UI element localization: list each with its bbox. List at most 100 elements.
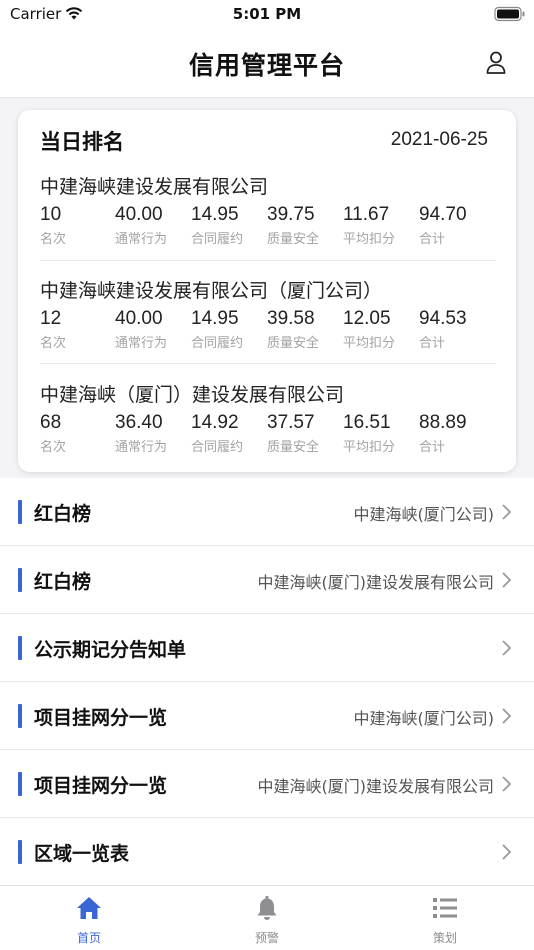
stat-value: 37.57	[267, 412, 315, 433]
menu-item-label: 项目挂网分一览	[34, 707, 168, 729]
stat-value: 11.67	[343, 204, 390, 225]
menu-item-label: 红白榜	[34, 503, 92, 525]
status-time: 5:01 PM	[232, 5, 302, 23]
bell-icon	[257, 895, 277, 920]
stat-label: 平均扣分	[343, 336, 396, 351]
menu-item-value: 中建海峡(厦门)建设发展有限公司	[257, 573, 495, 592]
tab-label: 首页	[76, 931, 101, 945]
ranking-title: 当日排名	[40, 130, 124, 154]
company-name: 中建海峡建设发展有限公司	[40, 176, 269, 198]
stat-label: 通常行为	[115, 440, 168, 455]
divider	[40, 363, 496, 364]
chevron-right-icon	[502, 504, 512, 520]
stat-contract: 14.92 合同履约	[191, 412, 267, 455]
ranking-date: 2021-06-25	[390, 129, 488, 150]
stat-label: 合同履约	[191, 440, 244, 455]
ranking-card: 当日排名 2021-06-25 中建海峡建设发展有限公司 10 名次 40.00 通…	[18, 110, 516, 472]
stat-label: 合计	[419, 440, 446, 455]
stat-value: 39.58	[267, 308, 315, 329]
stat-behavior: 40.00 通常行为	[115, 308, 191, 351]
stat-label: 名次	[40, 336, 67, 351]
stat-rank: 12 名次	[40, 308, 116, 351]
stat-value: 12.05	[343, 308, 391, 329]
ranking-item[interactable]: 中建海峡（厦门）建设发展有限公司 68 名次 36.40 通常行为 14.92 合同履…	[40, 380, 496, 484]
tab-home[interactable]: 首页	[29, 886, 149, 950]
stat-label: 平均扣分	[343, 440, 396, 455]
tab-label: 策划	[432, 931, 457, 945]
stat-rank: 68 名次	[40, 412, 116, 455]
chevron-right-icon	[502, 640, 512, 656]
tab-bar: 首页 预警 策划	[0, 885, 534, 950]
nav-bar: 信用管理平台	[0, 30, 534, 98]
company-name: 中建海峡建设发展有限公司（厦门公司）	[40, 280, 383, 302]
menu-item-red-white-list[interactable]: 红白榜 中建海峡(厦门公司)	[0, 478, 534, 546]
stat-value: 88.89	[419, 412, 467, 433]
page-title: 信用管理平台	[188, 51, 345, 80]
stat-deduction: 16.51 平均扣分	[343, 412, 419, 455]
stat-label: 名次	[40, 232, 67, 247]
divider	[40, 260, 496, 261]
stat-label: 合同履约	[191, 232, 244, 247]
stat-behavior: 40.00 通常行为	[115, 204, 191, 247]
menu-item-label: 公示期记分告知单	[34, 639, 187, 661]
stat-value: 36.40	[115, 412, 163, 433]
status-bar: Carrier 5:01 PM	[0, 0, 534, 30]
accent-bar	[18, 772, 22, 796]
menu-list: 红白榜 中建海峡(厦门公司) 红白榜 中建海峡(厦门)建设发展有限公司 公示期记…	[0, 478, 534, 886]
company-name: 中建海峡（厦门）建设发展有限公司	[40, 384, 345, 406]
menu-item-value: 中建海峡(厦门公司)	[353, 505, 495, 524]
battery-icon	[494, 6, 525, 22]
stat-behavior: 36.40 通常行为	[115, 412, 191, 455]
stat-value: 94.70	[419, 204, 467, 225]
menu-item-label: 项目挂网分一览	[34, 775, 168, 797]
accent-bar	[18, 636, 22, 660]
tab-alerts[interactable]: 预警	[207, 886, 327, 950]
tab-planning[interactable]: 策划	[385, 886, 505, 950]
user-icon[interactable]	[484, 50, 508, 76]
chevron-right-icon	[502, 708, 512, 724]
stat-quality: 39.75 质量安全	[267, 204, 343, 247]
accent-bar	[18, 704, 22, 728]
stat-contract: 14.95 合同履约	[191, 204, 267, 247]
stat-total: 94.53 合计	[419, 308, 495, 351]
ranking-item[interactable]: 中建海峡建设发展有限公司（厦门公司） 12 名次 40.00 通常行为 14.95 合…	[40, 276, 496, 380]
stat-value: 39.75	[267, 204, 315, 225]
stat-quality: 37.57 质量安全	[267, 412, 343, 455]
stat-label: 合计	[419, 336, 446, 351]
stat-value: 10	[40, 204, 62, 225]
menu-item-label: 区域一览表	[34, 843, 130, 865]
menu-item-value: 中建海峡(厦门)建设发展有限公司	[257, 777, 495, 796]
accent-bar	[18, 500, 22, 524]
stat-value: 16.51	[343, 412, 391, 433]
stat-quality: 39.58 质量安全	[267, 308, 343, 351]
stat-rank: 10 名次	[40, 204, 116, 247]
accent-bar	[18, 568, 22, 592]
chevron-right-icon	[502, 776, 512, 792]
ranking-item[interactable]: 中建海峡建设发展有限公司 10 名次 40.00 通常行为 14.95 合同履约 39…	[40, 172, 496, 276]
stat-value: 40.00	[115, 204, 163, 225]
menu-item-project-scores-branch[interactable]: 项目挂网分一览 中建海峡(厦门)建设发展有限公司	[0, 750, 534, 818]
stat-value: 68	[40, 412, 62, 433]
stat-deduction: 12.05 平均扣分	[343, 308, 419, 351]
chevron-right-icon	[502, 572, 512, 588]
menu-item-region-overview[interactable]: 区域一览表	[0, 818, 534, 886]
stat-total: 94.70 合计	[419, 204, 495, 247]
stat-value: 12	[40, 308, 62, 329]
stat-label: 通常行为	[115, 336, 168, 351]
stat-label: 质量安全	[267, 232, 320, 247]
stat-label: 通常行为	[115, 232, 168, 247]
stat-label: 合计	[419, 232, 446, 247]
stat-contract: 14.95 合同履约	[191, 308, 267, 351]
stat-value: 40.00	[115, 308, 163, 329]
stat-value: 14.92	[191, 412, 239, 433]
accent-bar	[18, 840, 22, 864]
stat-label: 质量安全	[267, 336, 320, 351]
stat-label: 平均扣分	[343, 232, 396, 247]
home-icon	[77, 897, 101, 919]
tab-label: 预警	[254, 931, 279, 945]
menu-item-value: 中建海峡(厦门公司)	[353, 709, 495, 728]
menu-item-score-notice[interactable]: 公示期记分告知单	[0, 614, 534, 682]
menu-item-project-scores[interactable]: 项目挂网分一览 中建海峡(厦门公司)	[0, 682, 534, 750]
stat-value: 14.95	[191, 308, 239, 329]
menu-item-red-white-list-branch[interactable]: 红白榜 中建海峡(厦门)建设发展有限公司	[0, 546, 534, 614]
